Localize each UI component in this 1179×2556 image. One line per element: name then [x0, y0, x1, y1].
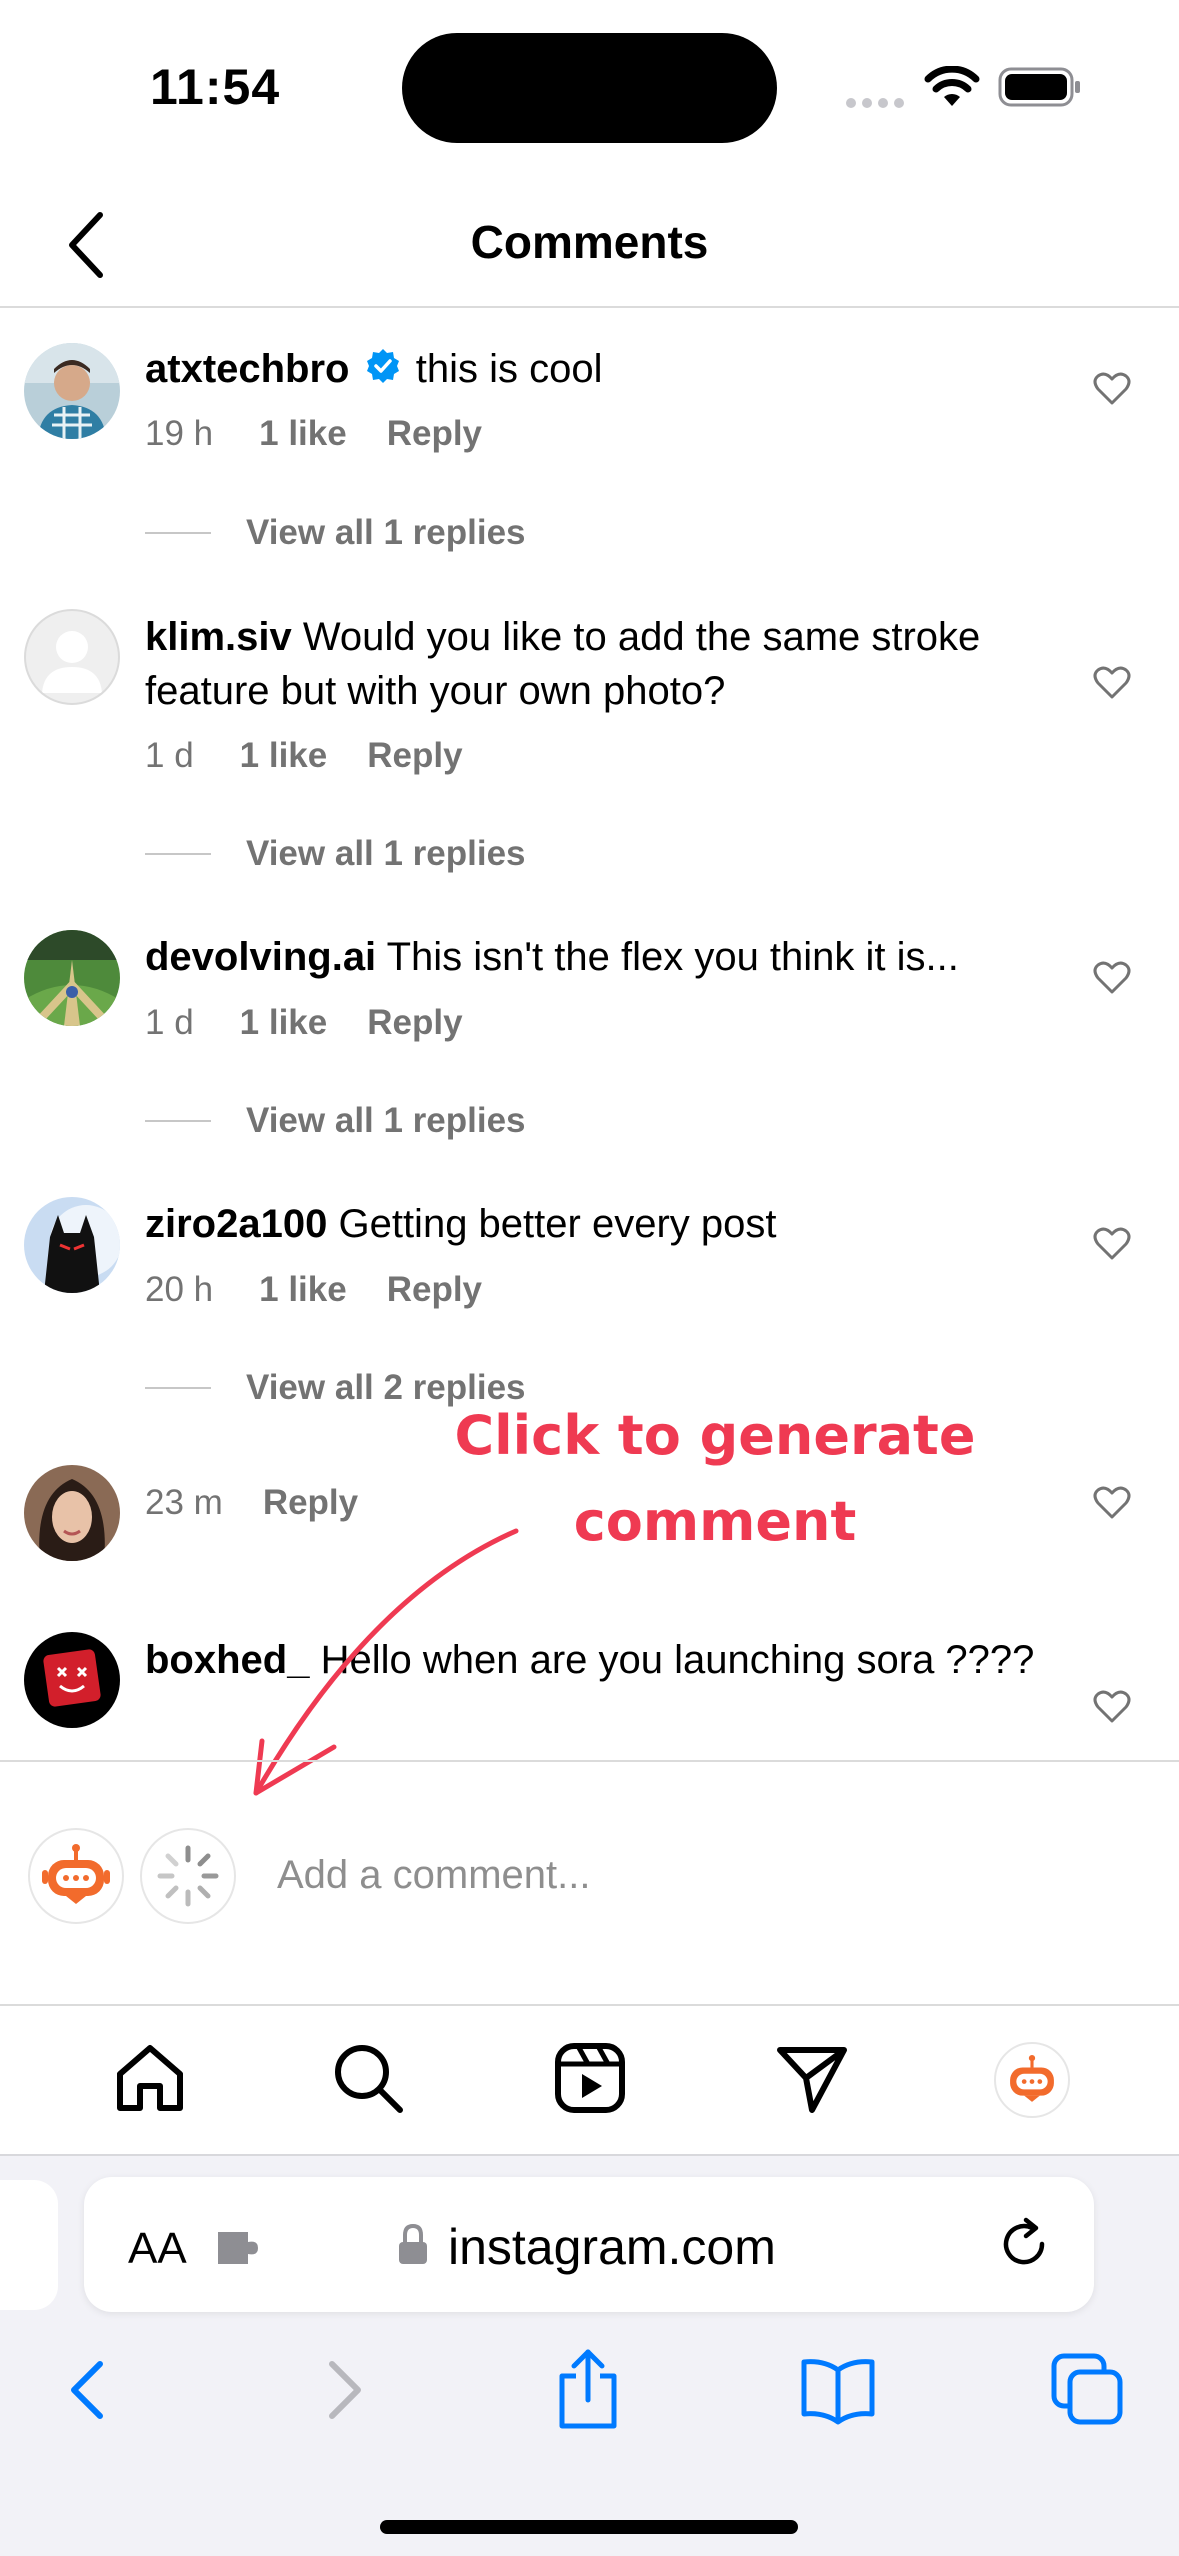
- divider: [145, 1387, 211, 1389]
- avatar[interactable]: [24, 609, 120, 705]
- comment-username[interactable]: ziro2a100: [145, 1202, 327, 1246]
- annotation-text: Click to generate: [454, 1404, 976, 1467]
- ai-robot-button[interactable]: [28, 1828, 124, 1924]
- status-time: 11:54: [150, 59, 281, 115]
- reply-button[interactable]: Reply: [387, 1270, 482, 1309]
- avatar[interactable]: [24, 1632, 120, 1728]
- page-title: Comments: [470, 216, 709, 268]
- comment-text-row: devolving.ai This isn't the flex you thi…: [145, 930, 1075, 984]
- reply-button[interactable]: Reply: [367, 736, 462, 775]
- comment-age: 23 m: [145, 1483, 223, 1522]
- like-heart-icon[interactable]: [1092, 1686, 1132, 1726]
- safari-back-icon[interactable]: [50, 2350, 130, 2430]
- divider: [0, 2154, 1179, 2156]
- comment-age: 19 h: [145, 414, 214, 453]
- cellular-signal-icon: [845, 95, 905, 116]
- comment-meta: 1 d 1 like Reply: [145, 1003, 463, 1043]
- url-text[interactable]: instagram.com: [448, 2218, 776, 2276]
- reply-button[interactable]: Reply: [387, 414, 482, 453]
- reels-icon[interactable]: [550, 2038, 630, 2118]
- comment-age: 1 d: [145, 1003, 194, 1042]
- comment-body: Getting better every post: [338, 1202, 777, 1246]
- like-heart-icon[interactable]: [1092, 1482, 1132, 1522]
- view-replies-button[interactable]: View all 1 replies: [246, 834, 526, 874]
- like-count[interactable]: 1 like: [240, 736, 328, 775]
- direct-message-icon[interactable]: [772, 2038, 852, 2118]
- reload-icon[interactable]: [996, 2214, 1056, 2279]
- home-indicator: [380, 2520, 798, 2534]
- comment-text-row: ziro2a100 Getting better every post: [145, 1197, 1075, 1251]
- comment-body: This isn't the flex you think it is...: [386, 935, 959, 979]
- verified-badge-icon: [365, 344, 401, 398]
- comment-age: 1 d: [145, 736, 194, 775]
- divider: [0, 306, 1179, 308]
- profile-robot-icon[interactable]: [994, 2042, 1070, 2118]
- safari-forward-icon[interactable]: [302, 2350, 382, 2430]
- avatar[interactable]: [24, 1465, 120, 1561]
- like-heart-icon[interactable]: [1092, 368, 1132, 408]
- divider: [0, 1760, 1179, 1762]
- reply-button[interactable]: Reply: [367, 1003, 462, 1042]
- avatar[interactable]: [24, 343, 120, 439]
- dynamic-island: [402, 33, 777, 143]
- share-icon[interactable]: [548, 2344, 628, 2429]
- battery-icon: [998, 66, 1082, 113]
- comment-input[interactable]: [275, 1852, 1129, 1899]
- like-heart-icon[interactable]: [1092, 662, 1132, 702]
- tabs-icon[interactable]: [1048, 2350, 1128, 2430]
- like-count[interactable]: 1 like: [259, 1270, 347, 1309]
- comment-age: 20 h: [145, 1270, 214, 1309]
- extension-icon[interactable]: [214, 2226, 266, 2275]
- annotation-text: comment: [573, 1490, 857, 1553]
- comment-meta: 20 h 1 like Reply: [145, 1270, 482, 1310]
- comment-text-row: klim.siv Would you like to add the same …: [145, 610, 1075, 718]
- search-icon[interactable]: [328, 2038, 408, 2118]
- like-heart-icon[interactable]: [1092, 1223, 1132, 1263]
- annotation-arrow: [230, 1515, 530, 1810]
- comment-username[interactable]: klim.siv: [145, 615, 292, 659]
- divider: [145, 1120, 211, 1122]
- view-replies-button[interactable]: View all 1 replies: [246, 513, 526, 553]
- comment-text-row: atxtechbro this is cool: [145, 342, 1075, 398]
- bookmarks-icon[interactable]: [798, 2350, 878, 2430]
- comment-body: this is cool: [415, 347, 603, 391]
- comment-meta: 19 h 1 like Reply: [145, 414, 482, 454]
- home-icon[interactable]: [110, 2038, 190, 2118]
- like-heart-icon[interactable]: [1092, 957, 1132, 997]
- view-replies-button[interactable]: View all 1 replies: [246, 1101, 526, 1141]
- comment-meta: 1 d 1 like Reply: [145, 736, 463, 776]
- like-count[interactable]: 1 like: [259, 414, 347, 453]
- avatar[interactable]: [24, 930, 120, 1026]
- divider: [145, 532, 211, 534]
- avatar[interactable]: [24, 1197, 120, 1293]
- comment-username[interactable]: devolving.ai: [145, 935, 376, 979]
- comment-username[interactable]: atxtechbro: [145, 347, 350, 391]
- text-size-button[interactable]: AA: [128, 2224, 187, 2274]
- lock-icon: [396, 2222, 430, 2273]
- divider: [145, 853, 211, 855]
- like-count[interactable]: 1 like: [240, 1003, 328, 1042]
- wifi-icon: [924, 65, 980, 113]
- loading-spinner-icon[interactable]: [140, 1828, 236, 1924]
- view-replies-button[interactable]: View all 2 replies: [246, 1368, 526, 1408]
- previous-tab-preview[interactable]: [0, 2180, 58, 2310]
